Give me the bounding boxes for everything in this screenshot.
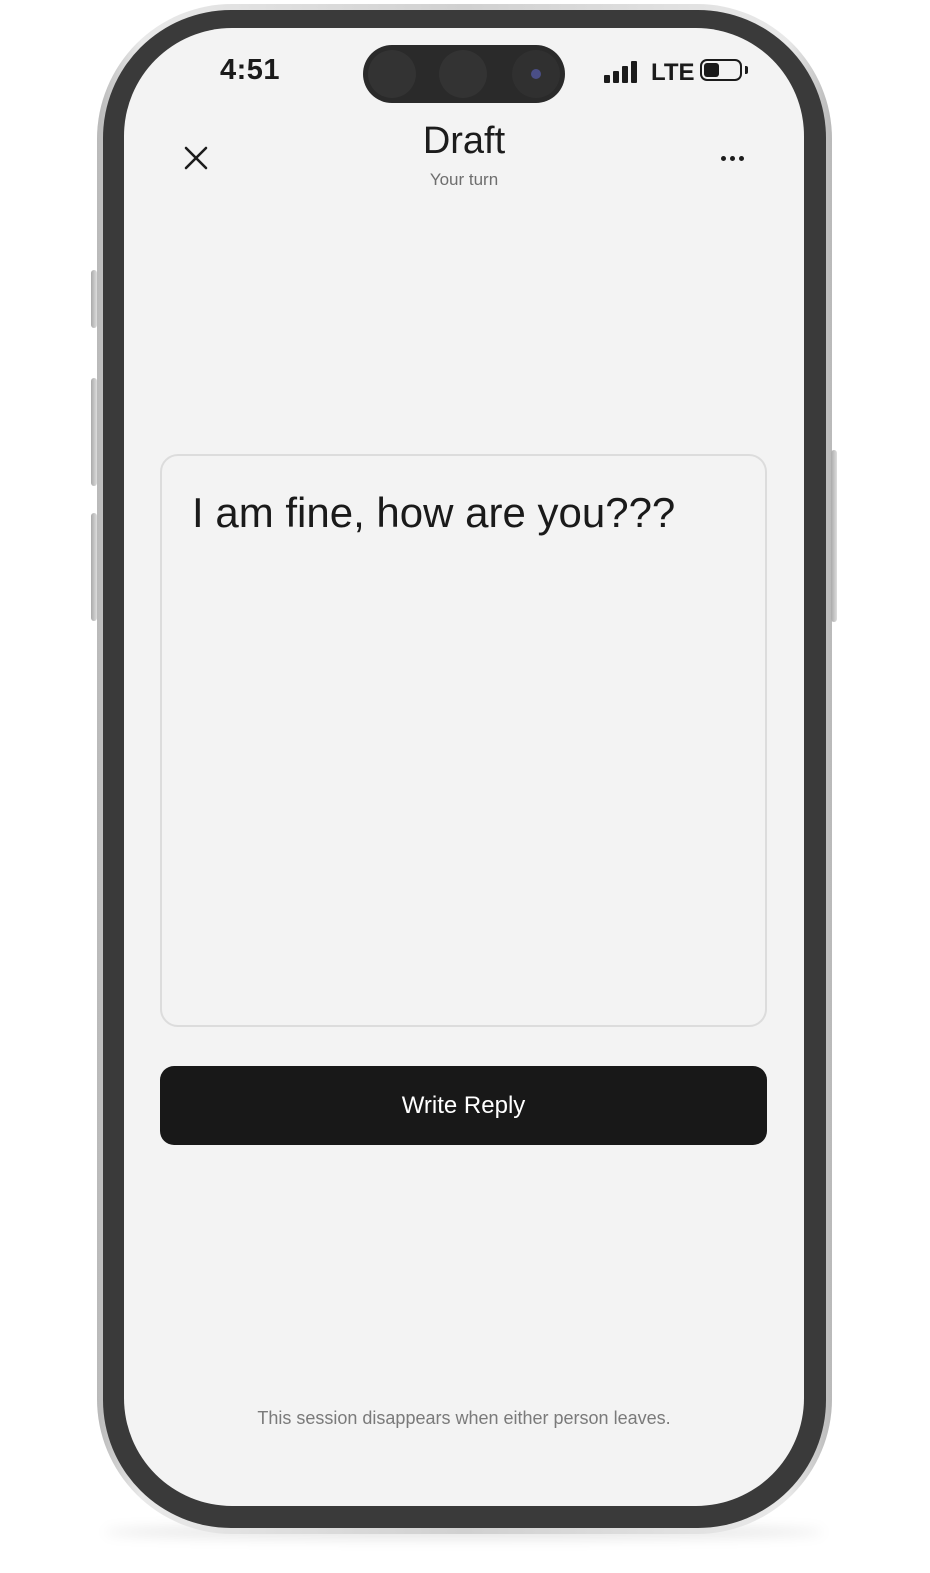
more-horizontal-icon xyxy=(739,156,744,161)
status-time: 4:51 xyxy=(220,54,281,86)
draft-text-area[interactable]: I am fine, how are you??? xyxy=(160,454,767,1027)
write-reply-button[interactable]: Write Reply xyxy=(160,1066,767,1145)
sensor-icon xyxy=(439,50,487,98)
battery-level xyxy=(704,63,719,77)
page-subtitle: Your turn xyxy=(429,170,499,189)
camera-icon xyxy=(512,50,560,98)
network-type: LTE xyxy=(651,59,695,86)
dynamic-island xyxy=(363,45,565,103)
draft-text: I am fine, how are you??? xyxy=(192,489,676,536)
action-button xyxy=(91,270,97,328)
signal-icon xyxy=(604,61,640,83)
app-screen: 4:51 LTE Draft Your turn I am fine, how … xyxy=(124,28,804,1506)
more-horizontal-icon xyxy=(721,156,726,161)
session-note: This session disappears when either pers… xyxy=(257,1408,671,1428)
sensor-icon xyxy=(368,50,416,98)
volume-down-button xyxy=(91,513,97,621)
battery-icon xyxy=(700,59,742,81)
power-button xyxy=(831,450,837,622)
more-horizontal-icon xyxy=(730,156,735,161)
more-options-button[interactable] xyxy=(710,136,754,180)
page-title: Draft xyxy=(422,120,506,162)
battery-tip xyxy=(745,66,748,74)
volume-up-button xyxy=(91,378,97,486)
